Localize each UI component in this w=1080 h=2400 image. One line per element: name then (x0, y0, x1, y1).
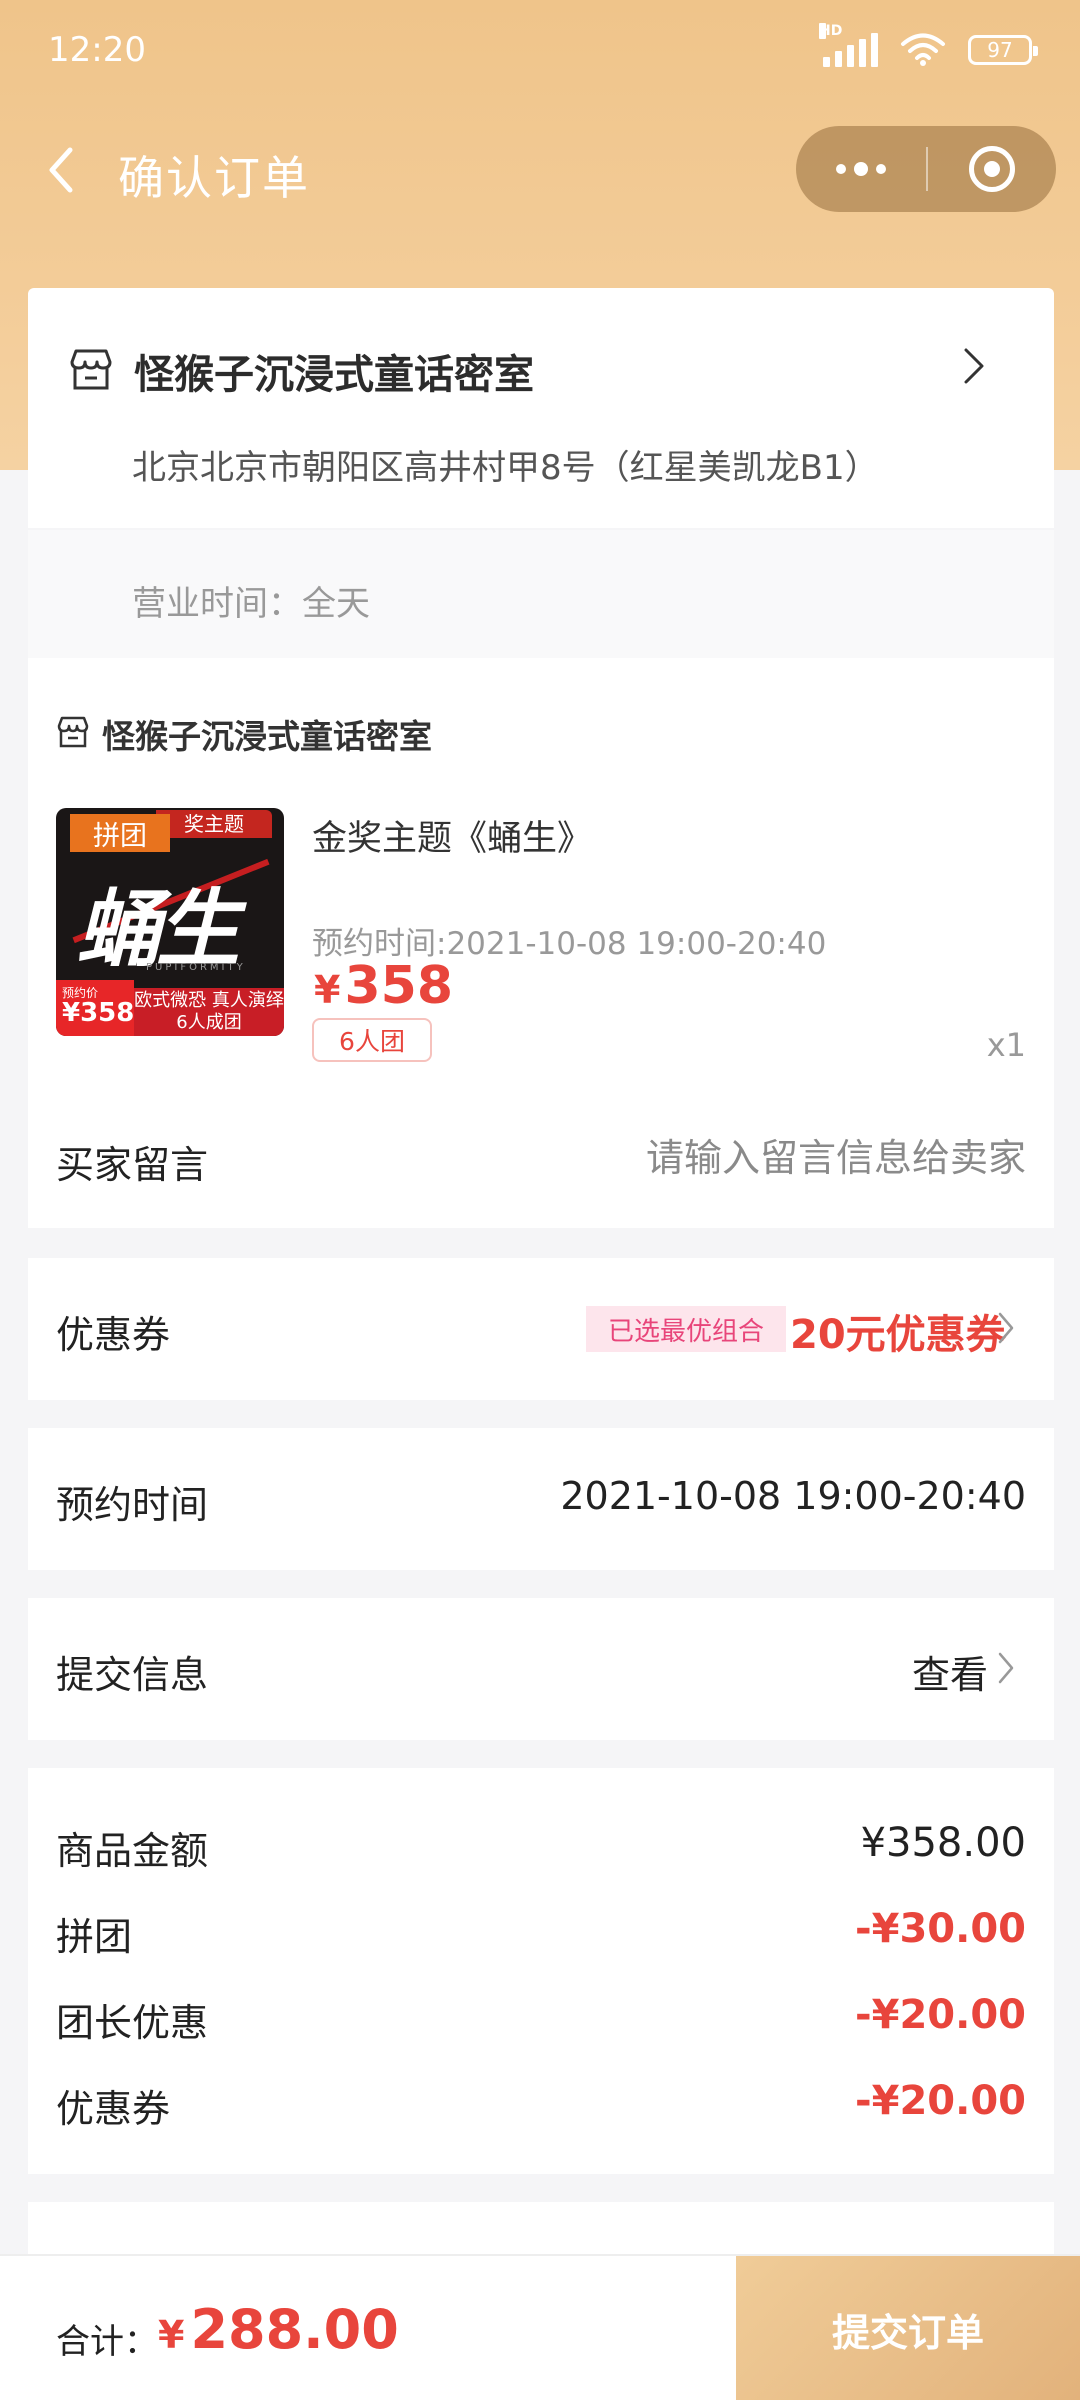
store-card[interactable]: 怪猴子沉浸式童话密室 北京北京市朝阳区高井村甲8号（红星美凯龙B1） (28, 288, 1054, 528)
nav-bar: 确认订单 (0, 120, 1080, 220)
thumb-strip-line1: 欧式微恐 真人演绎 (134, 990, 284, 1011)
status-bar: 12:20 HD 97 (0, 0, 1080, 100)
price-symbol: ¥ (314, 968, 341, 1012)
item-price: ¥358 (314, 956, 453, 1016)
close-miniprogram-button[interactable] (928, 126, 1056, 212)
summary-label: 优惠券 (56, 2087, 171, 2131)
business-hours-text: 营业时间：全天 (132, 584, 370, 624)
submit-order-button[interactable]: 提交订单 (736, 2256, 1080, 2400)
status-time: 12:20 (48, 30, 146, 70)
summary-label: 商品金额 (56, 1829, 209, 1873)
summary-row: 商品金额 ¥358.00 (56, 1820, 1026, 1880)
coupon-value: 20元优惠券 (790, 1312, 1006, 1358)
item-name: 金奖主题《蛹生》 (312, 819, 593, 859)
group-buy-tag: 拼团 (70, 814, 170, 852)
store-address: 北京北京市朝阳区高井村甲8号（红星美凯龙B1） (132, 448, 879, 488)
reservation-time-value: 2021-10-08 19:00-20:40 (560, 1474, 1026, 1518)
network-label: HD (819, 23, 843, 39)
view-link[interactable]: 查看 (912, 1644, 988, 1699)
summary-value: -¥30.00 (855, 1906, 1026, 1952)
signal-icon: HD (819, 23, 878, 67)
store-icon (70, 349, 112, 390)
order-item-card: 怪猴子沉浸式童话密室 奖主题 拼团 蛹生 PUPIFORMITY 预约价 ¥35… (28, 658, 1054, 1228)
shop-icon (57, 716, 89, 748)
status-icons: HD 97 (819, 23, 1038, 67)
business-hours: 营业时间：全天 (28, 530, 1054, 658)
thumb-price: ¥358 (62, 998, 135, 1028)
shop-name: 怪猴子沉浸式童话密室 (102, 717, 432, 756)
summary-value: -¥20.00 (855, 2078, 1026, 2124)
more-button[interactable] (796, 126, 926, 212)
chevron-right-icon (998, 1312, 1014, 1344)
battery-level: 97 (987, 38, 1013, 62)
wifi-icon (901, 33, 945, 66)
summary-row: 拼团 -¥30.00 (56, 1906, 1026, 1966)
price-value: 358 (344, 956, 453, 1016)
chevron-right-icon (998, 1652, 1014, 1684)
price-summary: 商品金额 ¥358.00 拼团 -¥30.00 团长优惠 -¥20.00 优惠券… (28, 1768, 1054, 2174)
total-label: 合计： (56, 2322, 158, 2362)
summary-value: ¥358.00 (860, 1820, 1026, 1866)
coupon-row[interactable]: 优惠券 已选最优组合 20元优惠券 (28, 1258, 1054, 1400)
more-dot-icon (836, 164, 846, 174)
buyer-message-label: 买家留言 (56, 1143, 209, 1187)
target-icon (969, 146, 1015, 192)
thumb-price-box: 预约价 ¥358 (56, 980, 134, 1036)
item-quantity: x1 (986, 1026, 1026, 1064)
group-size-tag: 6人团 (312, 1018, 432, 1062)
coupon-best-badge: 已选最优组合 (586, 1306, 786, 1352)
summary-row: 优惠券 -¥20.00 (56, 2078, 1026, 2138)
reservation-time-label: 预约时间 (56, 1483, 209, 1527)
total-amount: ¥288.00 (158, 2298, 399, 2361)
art-subtitle: PUPIFORMITY (146, 962, 246, 973)
store-name: 怪猴子沉浸式童话密室 (134, 352, 534, 398)
summary-label: 拼团 (56, 1915, 133, 1959)
thumb-strip-line2: 6人成团 (176, 1012, 242, 1033)
checkout-bar: 合计： ¥288.00 提交订单 (0, 2254, 1080, 2400)
chevron-right-icon[interactable] (958, 344, 988, 388)
award-tag: 奖主题 (156, 810, 272, 838)
product-thumbnail[interactable]: 奖主题 拼团 蛹生 PUPIFORMITY 预约价 ¥358 欧式微恐 真人演绎… (56, 808, 284, 1036)
submit-info-label: 提交信息 (56, 1653, 209, 1697)
page-title: 确认订单 (118, 151, 310, 205)
more-dot-icon (876, 164, 886, 174)
total-symbol: ¥ (158, 2313, 185, 2357)
submit-info-row[interactable]: 提交信息 查看 (28, 1598, 1054, 1740)
back-icon[interactable] (40, 142, 90, 198)
coupon-label: 优惠券 (56, 1313, 171, 1357)
thumb-strip: 欧式微恐 真人演绎 6人成团 (134, 988, 284, 1036)
total-value: 288.00 (190, 2298, 399, 2361)
summary-value: -¥20.00 (855, 1992, 1026, 2038)
more-dot-icon (854, 162, 868, 176)
miniprogram-capsule (796, 126, 1056, 212)
battery-icon: 97 (968, 35, 1038, 65)
buyer-message-input[interactable] (466, 1128, 1026, 1188)
summary-row: 团长优惠 -¥20.00 (56, 1992, 1026, 2052)
summary-label: 团长优惠 (56, 2001, 209, 2045)
reservation-time-row: 预约时间 2021-10-08 19:00-20:40 (28, 1428, 1054, 1570)
